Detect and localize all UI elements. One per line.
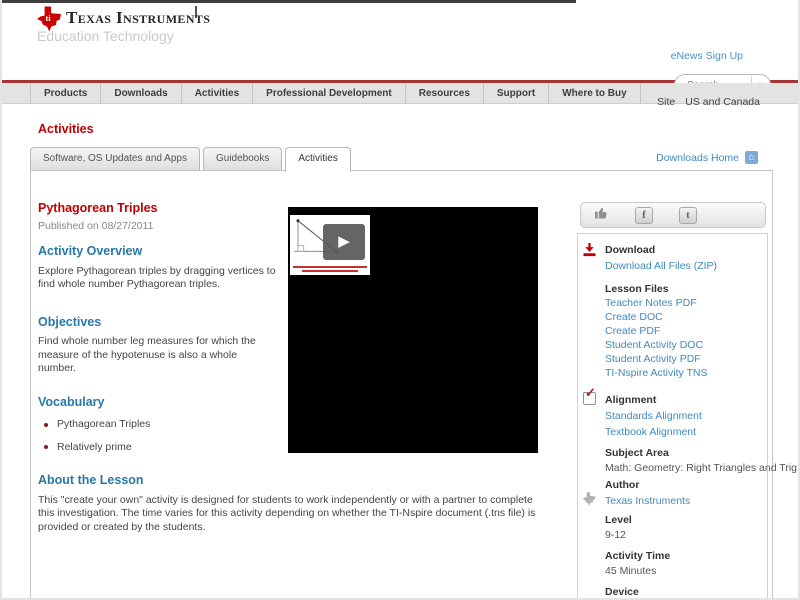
bullet-icon xyxy=(44,445,48,450)
subject-area-value: Math: Geometry: Right Triangles and Trig xyxy=(605,462,797,474)
svg-text:ti: ti xyxy=(45,13,51,23)
alignment-heading: Alignment xyxy=(605,394,657,406)
vocabulary-item: Relatively prime xyxy=(44,441,276,455)
lesson-file-link[interactable]: TI-Nspire Activity TNS xyxy=(605,366,763,380)
alignment-checkbox-icon: ✓ xyxy=(583,386,596,405)
bullet-icon xyxy=(44,422,48,427)
activity-time-heading: Activity Time xyxy=(605,550,671,562)
tab-software-os-updates[interactable]: Software, OS Updates and Apps xyxy=(30,147,200,170)
home-icon[interactable]: ⌂ xyxy=(745,151,758,164)
brand-name[interactable]: Texas Instruments xyxy=(66,8,210,28)
vocabulary-term: Relatively prime xyxy=(57,440,132,453)
page-title: Activities xyxy=(38,122,94,136)
site-value: US and Canada xyxy=(685,96,760,108)
sidebar: Download Download All Files (ZIP) Lesson… xyxy=(577,233,797,598)
standards-alignment-link[interactable]: Standards Alignment xyxy=(605,409,763,423)
site-label: Site xyxy=(657,96,676,108)
thumbnail-caption-line xyxy=(302,270,358,272)
lesson-file-link[interactable]: Student Activity DOC xyxy=(605,338,763,352)
alignment-section: ✓ Alignment xyxy=(583,386,763,407)
brand-tagline: Education Technology xyxy=(37,28,174,44)
top-border xyxy=(2,0,576,3)
nav-item-support[interactable]: Support xyxy=(482,83,548,103)
vocabulary-item: Pythagorean Triples xyxy=(44,418,276,432)
activity-time-value: 45 Minutes xyxy=(605,565,657,577)
vocabulary-term: Pythagorean Triples xyxy=(57,418,151,430)
video-thumbnail[interactable]: ▶ xyxy=(290,215,370,275)
page: ti Texas Instruments Education Technolog… xyxy=(0,0,800,600)
subject-area-heading: Subject Area xyxy=(605,447,669,459)
enews-signup-link[interactable]: eNews Sign Up xyxy=(671,50,743,62)
about-text: This "create your own" activity is desig… xyxy=(38,493,536,533)
article: ▶ Pythagorean Triples Published on 08/27… xyxy=(38,200,538,534)
tab-activities[interactable]: Activities xyxy=(285,147,351,172)
nav-item-resources[interactable]: Resources xyxy=(404,83,483,103)
lesson-file-link[interactable]: Teacher Notes PDF xyxy=(605,296,763,310)
downloads-home[interactable]: Downloads Home ⌂ xyxy=(656,151,758,164)
level-value: 9-12 xyxy=(605,529,627,541)
twitter-icon[interactable]: t xyxy=(679,206,697,224)
like-icon[interactable] xyxy=(593,205,609,225)
textbook-alignment-link[interactable]: Textbook Alignment xyxy=(605,425,763,439)
author-heading: Author xyxy=(605,479,640,491)
lesson-file-link[interactable]: Student Activity PDF xyxy=(605,352,763,366)
download-all-files-link[interactable]: Download All Files (ZIP) xyxy=(605,259,763,273)
device-heading: Device xyxy=(605,586,639,598)
tab-guidebooks[interactable]: Guidebooks xyxy=(202,147,283,170)
section-heading-about: About the Lesson xyxy=(38,473,144,487)
nav-item-products[interactable]: Products xyxy=(30,83,100,103)
lesson-file-link[interactable]: Create PDF xyxy=(605,324,763,338)
nav-item-where-to-buy[interactable]: Where to Buy xyxy=(548,83,641,103)
downloads-home-link[interactable]: Downloads Home xyxy=(656,152,739,164)
thumbnail-caption-line xyxy=(293,266,367,268)
site-selector[interactable]: Site US and Canada xyxy=(657,96,760,108)
download-heading: Download xyxy=(605,244,656,256)
nav-item-professional-development[interactable]: Professional Development xyxy=(252,83,405,103)
video-player[interactable]: ▶ xyxy=(288,207,538,453)
lesson-file-link[interactable]: Create DOC xyxy=(605,310,763,324)
author-row: Texas Instruments xyxy=(582,492,763,508)
nav-item-downloads[interactable]: Downloads xyxy=(100,83,180,103)
tab-bar: Software, OS Updates and Apps Guidebooks… xyxy=(30,147,351,172)
download-section: Download xyxy=(583,242,763,257)
play-button[interactable]: ▶ xyxy=(323,224,365,260)
author-link[interactable]: Texas Instruments xyxy=(605,494,763,508)
ti-author-icon xyxy=(582,492,596,509)
lesson-files-heading: Lesson Files xyxy=(605,283,669,295)
nav-item-activities[interactable]: Activities xyxy=(180,83,252,103)
share-bar: f t xyxy=(580,202,766,228)
download-icon xyxy=(582,242,597,261)
facebook-icon[interactable]: f xyxy=(635,206,653,224)
level-heading: Level xyxy=(605,514,632,526)
